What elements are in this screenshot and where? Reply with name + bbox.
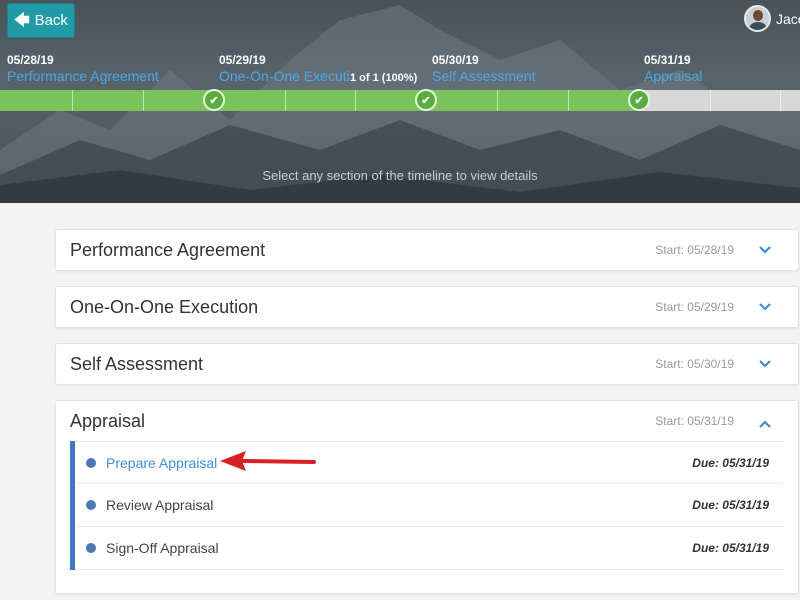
section-title: One-On-One Execution [70,297,259,317]
task-name: Sign-Off Appraisal [106,540,219,556]
milestone-appraisal[interactable]: 05/31/19 Appraisal [644,53,702,84]
user-name: Jaco [776,10,800,27]
section-appraisal[interactable]: Appraisal Start: 05/31/19 Prepare Apprai… [55,400,799,594]
milestone-self-assessment[interactable]: 05/30/19 Self Assessment [432,53,536,84]
chevron-up-icon[interactable] [758,417,772,431]
milestone-date: 05/29/19 [219,53,266,67]
section-header[interactable]: Appraisal Start: 05/31/19 [56,401,798,441]
section-title: Performance Agreement [70,240,266,260]
chevron-down-icon[interactable] [758,356,772,370]
section-header[interactable]: Self Assessment Start: 05/30/19 [56,344,798,384]
back-button-label: Back [34,12,68,29]
task-due-date: Due: 05/31/19 [692,456,769,470]
chevron-down-icon[interactable] [758,299,772,313]
timeline-hint: Select any section of the timeline to vi… [262,168,538,183]
task-due-date: Due: 05/31/19 [692,541,769,555]
timeline-tick [355,90,356,111]
check-icon[interactable]: ✔ [203,89,225,111]
task-status-dot [86,458,96,468]
timeline-progress-fill [0,90,640,111]
timeline-tick [568,90,569,111]
task-due-date: Due: 05/31/19 [692,498,769,512]
check-icon[interactable]: ✔ [415,89,437,111]
milestone-date: 05/28/19 [7,53,54,67]
timeline-bar[interactable] [0,90,800,111]
section-start-date: Start: 05/30/19 [655,357,734,371]
milestone-label[interactable]: Self Assessment [432,68,536,84]
milestone-performance-agreement[interactable]: 05/28/19 Performance Agreement [7,53,159,84]
back-button[interactable]: 🡄 Back [7,3,75,38]
task-name: Review Appraisal [106,497,214,513]
section-header[interactable]: Performance Agreement Start: 05/28/19 [56,230,798,270]
section-self-assessment[interactable]: Self Assessment Start: 05/30/19 [55,343,799,385]
milestone-date: 05/31/19 [644,53,691,67]
section-header[interactable]: One-On-One Execution Start: 05/29/19 [56,287,798,327]
milestone-label[interactable]: Performance Agreement [7,68,159,84]
progress-count: 1 of 1 (100%) [350,72,418,84]
milestone-one-on-one-execution[interactable]: 05/29/19 One-On-One Execution [219,53,350,84]
section-title: Self Assessment [70,354,204,374]
section-title: Appraisal [70,411,146,431]
avatar [744,5,771,32]
timeline-tick [285,90,286,111]
timeline-tick [143,90,144,111]
arrow-left-icon: 🡄 [14,12,30,29]
section-start-date: Start: 05/29/19 [655,300,734,314]
section-start-date: Start: 05/31/19 [655,414,734,428]
section-performance-agreement[interactable]: Performance Agreement Start: 05/28/19 [55,229,799,271]
timeline-tick [710,90,711,111]
chevron-down-icon[interactable] [758,242,772,256]
milestone-label[interactable]: One-On-One Execution [219,68,350,84]
task-prepare-appraisal[interactable]: Prepare Appraisal Due: 05/31/19 [75,441,783,484]
milestone-label[interactable]: Appraisal [644,68,702,84]
milestone-date: 05/30/19 [432,53,479,67]
task-status-dot [86,543,96,553]
section-one-on-one-execution[interactable]: One-On-One Execution Start: 05/29/19 [55,286,799,328]
timeline-header: 🡄 Back Jaco 05/28/19 Performance Agreeme… [0,0,800,203]
task-sign-off-appraisal[interactable]: Sign-Off Appraisal Due: 05/31/19 [75,527,783,570]
check-icon[interactable]: ✔ [628,89,650,111]
red-arrow-annotation-icon [220,451,316,471]
section-start-date: Start: 05/28/19 [655,243,734,257]
task-review-appraisal[interactable]: Review Appraisal Due: 05/31/19 [75,484,783,527]
task-name-link[interactable]: Prepare Appraisal [106,455,217,471]
timeline-tick [497,90,498,111]
task-list: Prepare Appraisal Due: 05/31/19 Review A… [70,441,783,570]
timeline-tick [780,90,781,111]
timeline-tick [72,90,73,111]
task-status-dot [86,500,96,510]
user-menu[interactable]: Jaco [744,5,800,32]
